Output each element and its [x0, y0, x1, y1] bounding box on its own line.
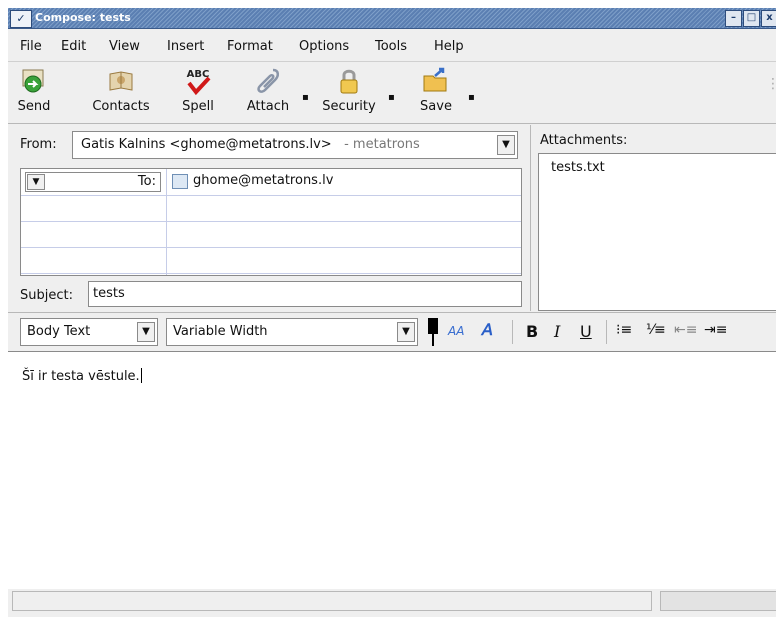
chevron-down-icon[interactable]: ▼: [137, 322, 155, 342]
subject-value: tests: [93, 286, 125, 301]
subject-label: Subject:: [20, 288, 73, 303]
send-label: Send: [17, 99, 51, 114]
save-button[interactable]: Save: [412, 66, 460, 114]
from-account: - metatrons: [344, 137, 420, 152]
send-button[interactable]: Send: [12, 66, 56, 114]
save-dropdown-icon[interactable]: ▪: [468, 92, 475, 103]
text-caret: [140, 368, 142, 383]
from-label: From:: [20, 137, 57, 152]
status-progress-panel: [660, 591, 776, 611]
recipient-row-empty[interactable]: [21, 195, 521, 222]
message-body-editor[interactable]: Šī ir testa vēstule.: [8, 351, 776, 591]
send-icon: [22, 69, 44, 93]
contacts-label: Contacts: [92, 99, 150, 114]
format-toolbar: Body Text ▼ Variable Width ▼ 𝘈𝘈 𝘈 B I U …: [8, 314, 776, 350]
compose-window: File Edit View Insert Format Options Too…: [8, 29, 776, 617]
throbber-icon: ⋮: [766, 76, 776, 92]
recipient-type: To:: [137, 174, 156, 189]
attach-label: Attach: [246, 99, 290, 114]
text-color-icon[interactable]: [428, 318, 438, 334]
spellcheck-icon: ABC: [187, 69, 211, 96]
font-larger-icon[interactable]: 𝘈: [482, 320, 493, 339]
status-bar: [8, 589, 776, 613]
underline-icon[interactable]: U: [580, 322, 592, 341]
window-title: Compose: tests: [35, 11, 131, 24]
numbered-list-icon[interactable]: ⅟≡: [646, 322, 666, 338]
chevron-down-icon[interactable]: ▼: [397, 322, 415, 342]
attach-button[interactable]: Attach: [240, 66, 296, 114]
recipient-row-empty[interactable]: [21, 221, 521, 248]
from-select[interactable]: Gatis Kalnins <ghome@metatrons.lv> - met…: [72, 131, 518, 159]
minimize-icon[interactable]: –: [725, 10, 742, 27]
menu-help[interactable]: Help: [434, 39, 464, 54]
title-bar: ✓ Compose: tests – □ x: [8, 8, 776, 29]
toolbar: Send Contacts ABC Spell Attach ▪ Securit…: [8, 61, 776, 124]
address-book-icon: [109, 71, 133, 91]
contact-card-icon: [172, 174, 188, 189]
menu-options[interactable]: Options: [299, 39, 349, 54]
contacts-button[interactable]: Contacts: [84, 66, 158, 114]
text-color-stem: [432, 334, 434, 346]
italic-icon[interactable]: I: [554, 322, 560, 341]
attachments-list[interactable]: tests.txt: [538, 153, 776, 311]
recipients-table: ▼ To: ghome@metatrons.lv: [20, 168, 522, 276]
menu-view[interactable]: View: [109, 39, 140, 54]
recipient-type-select[interactable]: ▼ To:: [25, 172, 161, 192]
subject-input[interactable]: tests: [88, 281, 522, 307]
spell-label: Spell: [182, 99, 214, 114]
paragraph-style-value: Body Text: [27, 324, 91, 339]
menu-bar: File Edit View Insert Format Options Too…: [8, 29, 776, 55]
window-menu-icon[interactable]: ✓: [10, 10, 32, 28]
indent-icon[interactable]: ⇥≡: [704, 322, 727, 338]
attachments-label: Attachments:: [540, 133, 628, 148]
attach-dropdown-icon[interactable]: ▪: [302, 92, 309, 103]
pane-splitter[interactable]: [530, 125, 531, 311]
save-folder-icon: [423, 67, 447, 92]
recipient-row-empty[interactable]: [21, 247, 521, 274]
header-separator: [8, 123, 776, 124]
bold-icon[interactable]: B: [526, 322, 538, 341]
spell-button[interactable]: ABC Spell: [176, 66, 220, 114]
chevron-down-icon[interactable]: ▼: [497, 135, 515, 155]
message-body-text: Šī ir testa vēstule.: [22, 369, 140, 384]
menu-edit[interactable]: Edit: [61, 39, 86, 54]
attachment-item[interactable]: tests.txt: [551, 160, 605, 175]
security-label: Security: [322, 99, 376, 114]
menu-file[interactable]: File: [20, 39, 42, 54]
format-separator: [8, 312, 776, 313]
recipient-row: ▼ To: ghome@metatrons.lv: [21, 169, 521, 196]
save-label: Save: [420, 99, 452, 114]
from-value: Gatis Kalnins <ghome@metatrons.lv>: [81, 137, 332, 152]
chevron-down-icon[interactable]: ▼: [27, 174, 45, 190]
font-select[interactable]: Variable Width ▼: [166, 318, 418, 346]
bullet-list-icon[interactable]: ⁝≡: [616, 322, 632, 338]
paperclip-icon: [257, 68, 279, 93]
font-smaller-icon[interactable]: 𝘈𝘈: [448, 324, 464, 338]
menu-format[interactable]: Format: [227, 39, 273, 54]
menu-insert[interactable]: Insert: [167, 39, 204, 54]
lock-icon: [340, 69, 358, 94]
status-text-panel: [12, 591, 652, 611]
menu-tools[interactable]: Tools: [375, 39, 407, 54]
security-dropdown-icon[interactable]: ▪: [388, 92, 395, 103]
outdent-icon[interactable]: ⇤≡: [674, 322, 697, 338]
security-button[interactable]: Security: [316, 66, 382, 114]
font-value: Variable Width: [173, 324, 268, 339]
maximize-icon[interactable]: □: [743, 10, 760, 27]
close-icon[interactable]: x: [761, 10, 776, 27]
recipient-address[interactable]: ghome@metatrons.lv: [193, 173, 333, 188]
paragraph-style-select[interactable]: Body Text ▼: [20, 318, 158, 346]
